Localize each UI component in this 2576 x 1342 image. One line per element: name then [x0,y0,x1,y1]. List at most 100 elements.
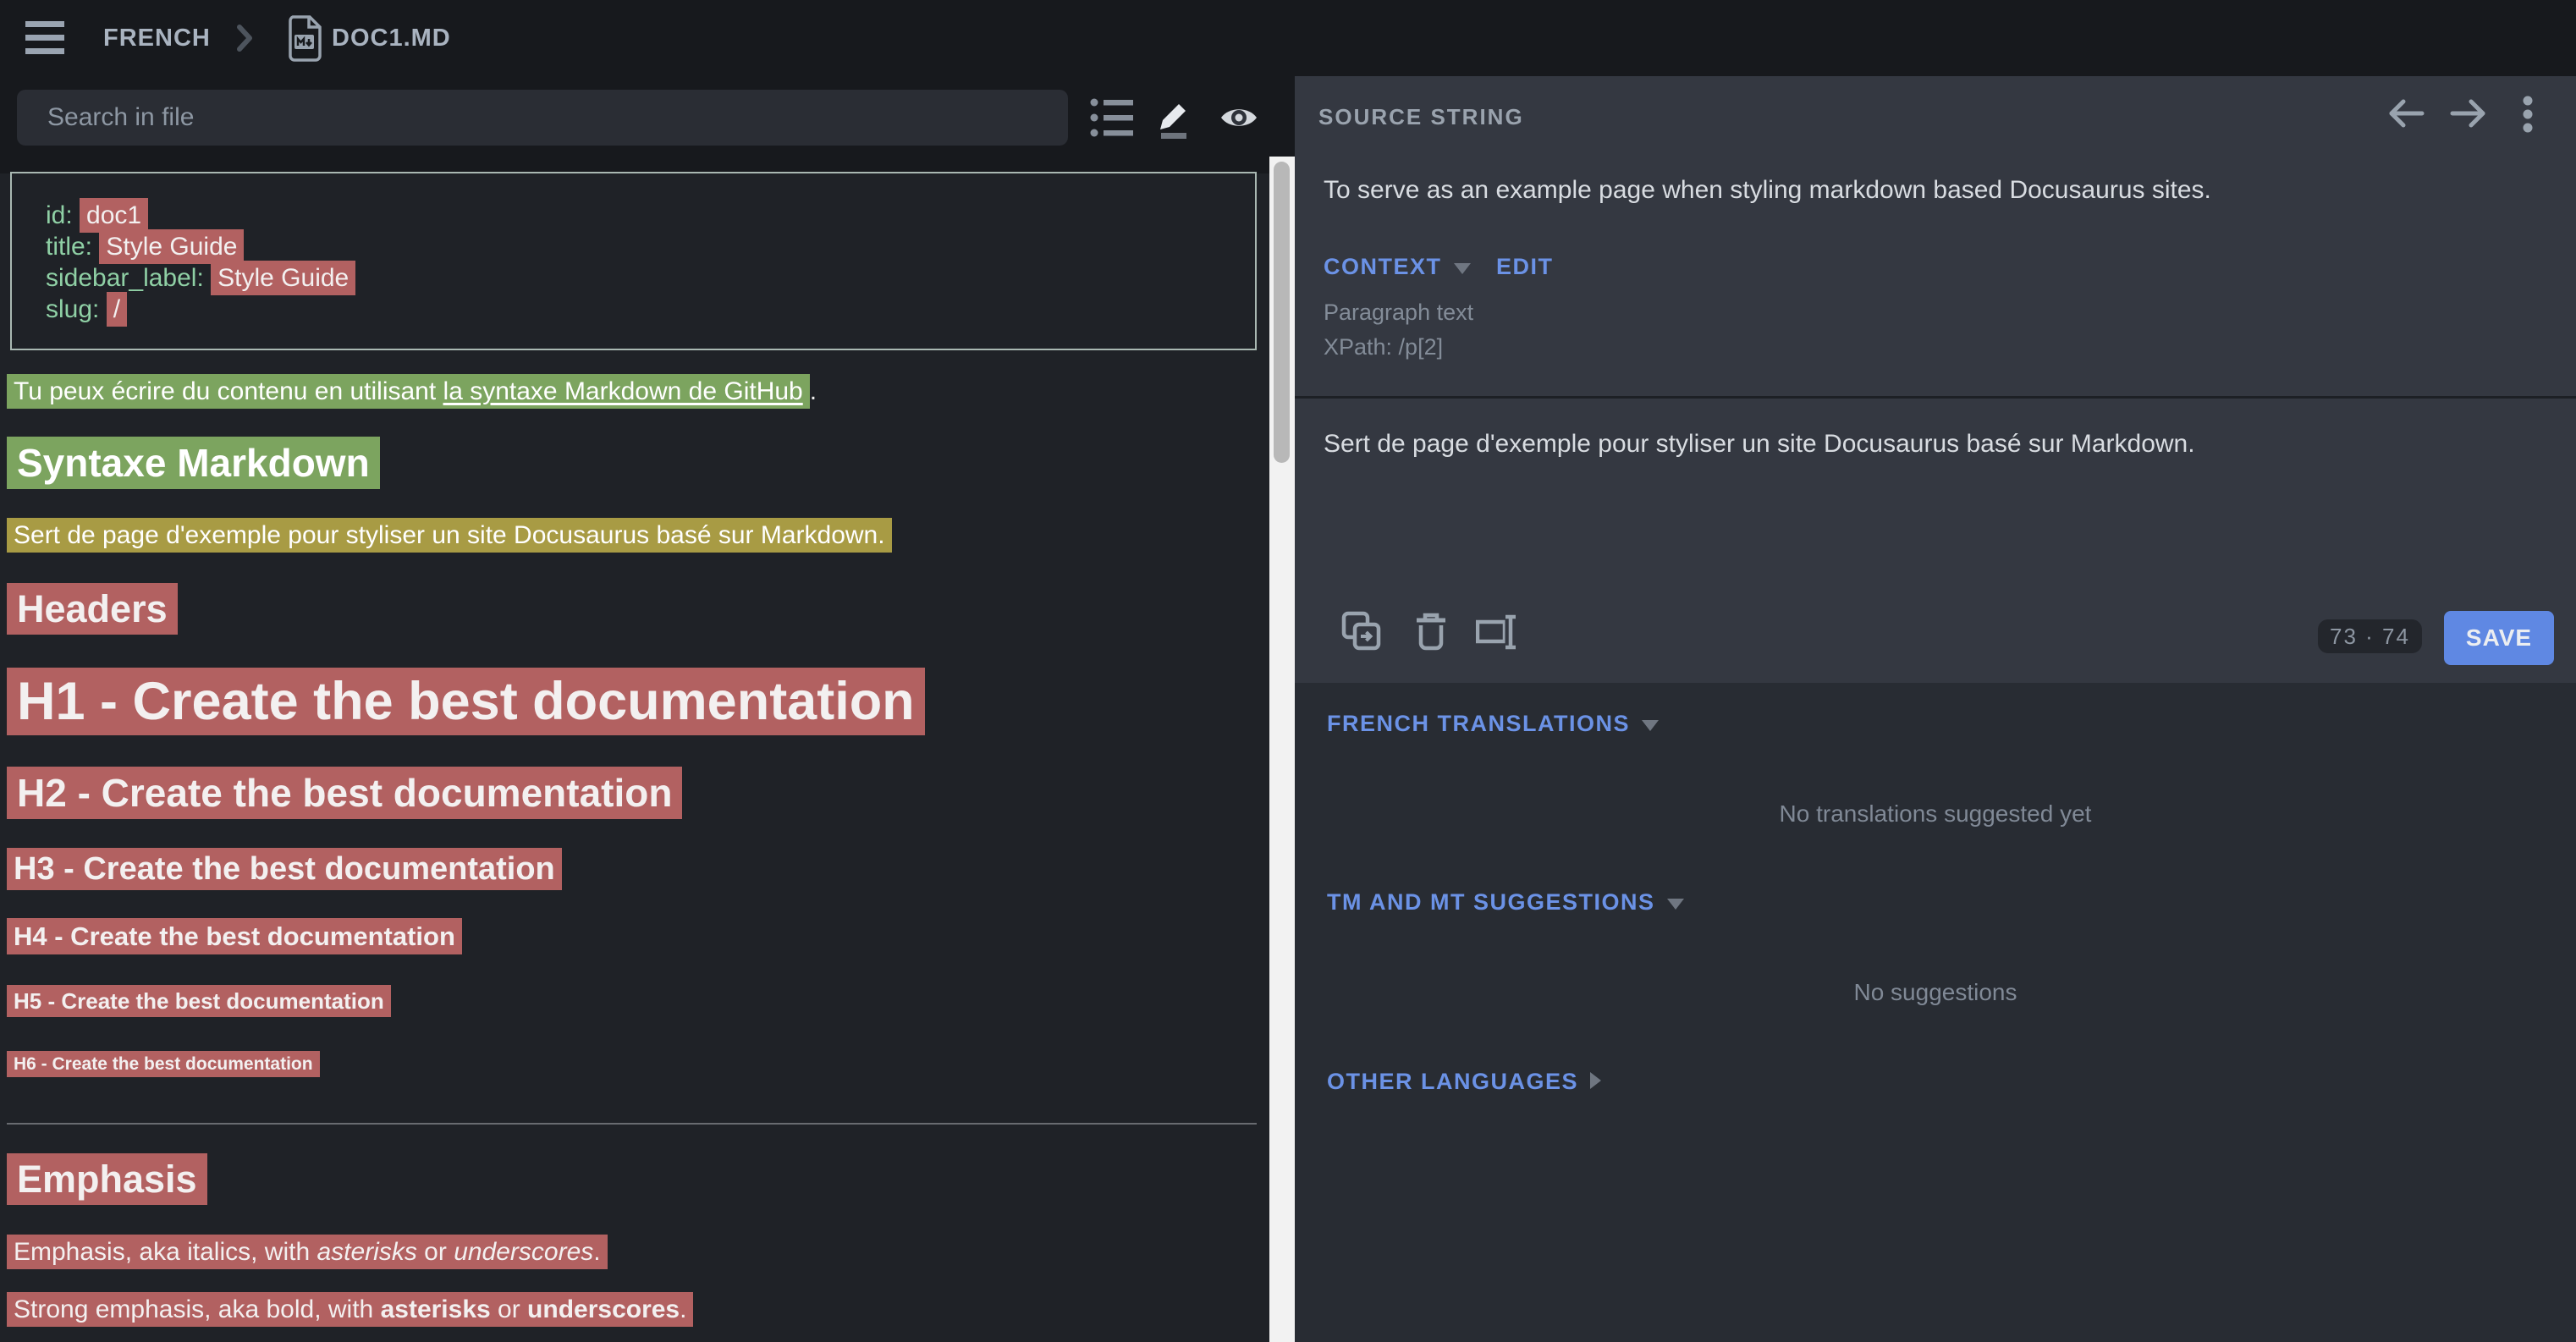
markdown-file-icon [286,14,323,63]
list-icon [1089,95,1133,140]
hamburger-icon [25,21,64,55]
french-translations-toggle[interactable]: FRENCH TRANSLATIONS [1327,711,1659,737]
strong-text: . [680,1295,686,1323]
source-string-frontmatter-sidebar-label[interactable]: Style Guide [211,261,355,295]
chevron-right-icon [1590,1072,1601,1089]
preview-mode-button[interactable] [1212,90,1266,146]
breadcrumb-project[interactable]: FRENCH [103,25,211,52]
heading-h4: H4 - Create the best documentation [7,921,462,952]
source-string-text: To serve as an example page when styling… [1324,176,2211,205]
arrow-left-icon [2385,98,2425,129]
source-string-strong[interactable]: Strong emphasis, aka bold, with asterisk… [7,1292,693,1327]
other-languages-toggle[interactable]: OTHER LANGUAGES [1327,1069,1601,1095]
source-string-h3[interactable]: H3 - Create the best documentation [7,848,562,890]
context-row: CONTEXT EDIT [1324,254,1553,280]
frontmatter-key: slug: [46,295,107,323]
frontmatter-key: id: [46,201,80,229]
source-string-section-headers[interactable]: Headers [7,583,178,635]
paragraph-emphasis: Emphasis, aka italics, with asterisks or… [7,1238,608,1267]
frontmatter-key: title: [46,233,99,261]
text-cursor-icon [1476,613,1520,652]
top-bar: FRENCH DOC1.MD [0,0,2576,76]
translation-side-panel: SOURCE STRING To serve as an example pag… [1295,76,2576,1342]
source-string-h4[interactable]: H4 - Create the best documentation [7,918,462,954]
source-string-intro[interactable]: Tu peux écrire du contenu en utilisant l… [7,374,810,409]
emphasis-italic-2: underscores [454,1238,593,1266]
copy-icon [1341,611,1382,652]
trash-icon [1413,611,1449,652]
frontmatter-row: slug: / [46,295,127,324]
source-string-h1[interactable]: H1 - Create the best documentation [7,668,925,735]
intro-link[interactable]: la syntaxe Markdown de GitHub [443,377,803,405]
paragraph-strong: Strong emphasis, aka bold, with asterisk… [7,1295,693,1324]
heading-h1: H1 - Create the best documentation [7,671,925,732]
breadcrumb-chevron-icon [235,23,256,53]
source-string-label: SOURCE STRING [1318,104,1524,130]
source-string-frontmatter-slug[interactable]: / [107,292,127,327]
source-string-h6[interactable]: H6 - Create the best documentation [7,1051,320,1077]
chevron-down-icon [1667,899,1684,910]
source-string-section-markdown[interactable]: Syntaxe Markdown [7,437,380,489]
suggestions-area: FRENCH TRANSLATIONS No translations sugg… [1295,683,2576,1342]
context-toggle[interactable]: CONTEXT [1324,254,1442,279]
previous-string-button[interactable] [2385,98,2425,131]
arrow-right-icon [2449,98,2490,129]
translation-input[interactable]: Sert de page d'exemple pour styliser un … [1324,430,2195,459]
source-string-frontmatter-id[interactable]: doc1 [80,198,148,233]
heading-headers: Headers [7,587,178,631]
tm-suggestions-label: TM AND MT SUGGESTIONS [1327,889,1655,915]
emphasis-text: . [593,1238,600,1266]
panel-divider [1295,396,2576,399]
source-string-h2[interactable]: H2 - Create the best documentation [7,767,682,819]
scrollbar-thumb[interactable] [1274,162,1290,463]
french-translations-label: FRENCH TRANSLATIONS [1327,711,1630,736]
emphasis-text: Emphasis, aka italics, with [14,1238,316,1266]
frontmatter-key: sidebar_label: [46,264,211,292]
heading-h6: H6 - Create the best documentation [7,1054,320,1075]
select-text-button[interactable] [1476,613,1520,654]
heading-h2: H2 - Create the best documentation [7,770,682,816]
source-string-emphasis[interactable]: Emphasis, aka italics, with asterisks or… [7,1235,608,1269]
frontmatter-row: title: Style Guide [46,233,244,261]
emphasis-italic-1: asterisks [316,1238,416,1266]
next-string-button[interactable] [2449,98,2490,131]
copy-source-button[interactable] [1341,611,1382,654]
intro-period: . [810,377,817,405]
delete-translation-button[interactable] [1413,611,1449,654]
chevron-down-icon [1454,263,1471,274]
tm-suggestions-toggle[interactable]: TM AND MT SUGGESTIONS [1327,889,1684,916]
translations-empty-state: No translations suggested yet [1295,800,2576,828]
other-languages-label: OTHER LANGUAGES [1327,1069,1578,1094]
kebab-menu-icon [2522,95,2534,134]
edit-mode-button[interactable] [1147,90,1201,146]
hamburger-menu-button[interactable] [25,21,64,58]
eye-icon [1219,104,1258,131]
tm-empty-state: No suggestions [1295,979,2576,1006]
strong-text: or [491,1295,527,1323]
emphasis-text: or [417,1238,454,1266]
chevron-down-icon [1642,720,1659,731]
strong-text: Strong emphasis, aka bold, with [14,1295,381,1323]
paragraph-intro: Tu peux écrire du contenu en utilisant l… [7,377,817,406]
char-counter-badge: 73 · 74 [2318,619,2422,653]
search-input[interactable] [17,90,1068,146]
horizontal-rule [7,1123,1257,1125]
source-string-active[interactable]: Sert de page d'exemple pour styliser un … [7,518,892,553]
source-string-h5[interactable]: H5 - Create the best documentation [7,985,391,1017]
strong-bold-2: underscores [527,1295,680,1323]
source-string-frontmatter-title[interactable]: Style Guide [99,229,244,264]
pencil-icon [1156,96,1192,139]
save-button[interactable]: SAVE [2444,611,2554,665]
frontmatter-row: sidebar_label: Style Guide [46,264,355,293]
paragraph-active: Sert de page d'exemple pour styliser un … [7,521,892,550]
more-options-button[interactable] [2522,95,2534,136]
heading-h3: H3 - Create the best documentation [7,851,562,888]
crowdin-editor: FRENCH DOC1.MD [0,0,2576,1342]
frontmatter-row: id: doc1 [46,201,148,230]
strings-list-view-button[interactable] [1089,95,1133,143]
edit-context-link[interactable]: EDIT [1496,254,1554,279]
breadcrumb-file[interactable]: DOC1.MD [332,25,451,52]
source-string-section-emphasis[interactable]: Emphasis [7,1153,207,1205]
heading-syntax-markdown: Syntaxe Markdown [7,440,380,486]
scrollbar-track[interactable] [1269,157,1295,1342]
